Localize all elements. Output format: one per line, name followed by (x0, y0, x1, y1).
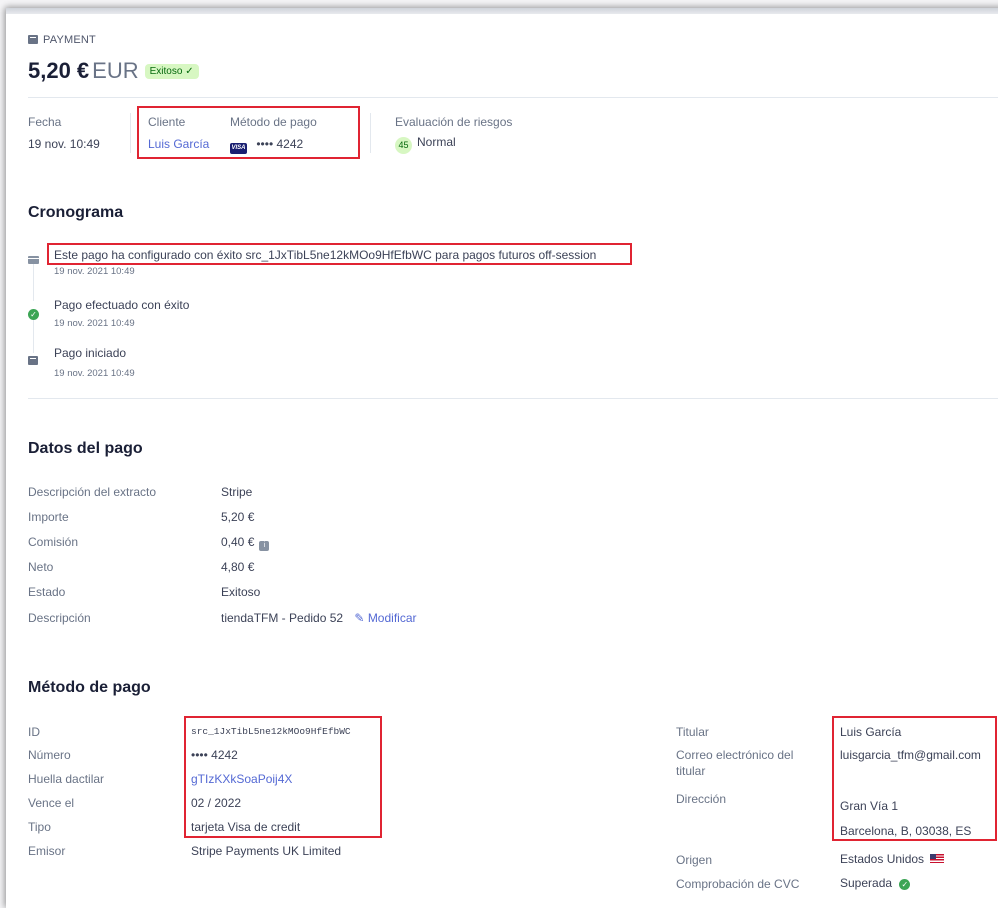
cvc-result: Superada (840, 876, 893, 890)
origin-value: Estados Unidos (840, 852, 945, 866)
info-icon[interactable]: i (259, 541, 270, 551)
highlight-box (184, 716, 382, 838)
payment-icon (28, 356, 38, 365)
description-value: tiendaTFM - Pedido 52 (221, 611, 344, 625)
timeline-event-icon (28, 352, 38, 370)
risk-label: Evaluación de riesgos (395, 115, 513, 129)
risk-level: Normal (417, 135, 456, 149)
holder-label: Titular (676, 725, 709, 739)
payment-detail-panel: PAYMENT 5,20 € EUR Exitoso ✓ Fecha 19 nov.… (6, 8, 998, 908)
origin-country: Estados Unidos (840, 852, 925, 866)
risk-evaluation[interactable]: 45 Normal (395, 135, 456, 154)
detail-label: Descripción del extracto (28, 485, 157, 499)
edit-description-button[interactable]: ✎ Modificar (354, 611, 416, 625)
detail-value-fee: 0,40 € i (221, 535, 270, 551)
edit-label: Modificar (367, 611, 417, 625)
detail-value: 4,80 € (221, 560, 255, 574)
date-value: 19 nov. 10:49 (28, 137, 100, 151)
timeline-event-date: 19 nov. 2021 10:49 (54, 318, 135, 329)
amount-heading: 5,20 € EUR Exitoso ✓ (28, 58, 199, 84)
method-label: Tipo (28, 820, 51, 834)
method-label: Huella dactilar (28, 772, 105, 786)
payment-details-title: Datos del pago (28, 440, 143, 457)
divider (370, 113, 371, 153)
fee-value: 0,40 € (221, 535, 255, 549)
timeline-event-icon: ✓ (28, 304, 39, 322)
risk-score-badge: 45 (395, 137, 412, 154)
method-label: ID (28, 725, 40, 739)
detail-value-description: tiendaTFM - Pedido 52 ✎ Modificar (221, 611, 417, 625)
us-flag-icon (930, 854, 945, 863)
cvc-value: Superada ✓ (840, 876, 911, 890)
method-label: Emisor (28, 844, 66, 858)
detail-label: Comisión (28, 535, 79, 549)
detail-label: Neto (28, 560, 54, 574)
origin-label: Origen (676, 853, 713, 867)
check-circle-icon: ✓ (899, 879, 911, 890)
timeline-event-date: 19 nov. 2021 10:49 (54, 266, 135, 277)
cvc-label: Comprobación de CVC (676, 877, 800, 891)
timeline-event-date: 19 nov. 2021 10:49 (54, 368, 135, 379)
timeline-title: Cronograma (28, 204, 124, 221)
detail-label: Importe (28, 510, 69, 524)
page-kicker: PAYMENT (28, 34, 96, 46)
detail-value: Stripe (221, 485, 253, 499)
divider (28, 398, 998, 399)
timeline-event-title: Pago iniciado (54, 346, 127, 360)
pencil-icon: ✎ (354, 611, 365, 625)
email-label-continued: titular (676, 764, 706, 778)
highlight-box (137, 106, 360, 159)
highlight-box (832, 716, 997, 841)
status-badge: Exitoso ✓ (144, 64, 199, 79)
email-label: Correo electrónico del (676, 748, 794, 762)
window-top-edge (6, 8, 998, 14)
date-label: Fecha (28, 115, 62, 129)
detail-label: Estado (28, 585, 66, 599)
payment-icon (28, 35, 38, 44)
timeline-event-title: Pago efectuado con éxito (54, 298, 190, 312)
divider (28, 97, 998, 98)
detail-value: 5,20 € (221, 510, 255, 524)
method-issuer-value: Stripe Payments UK Limited (191, 844, 342, 858)
payment-amount: 5,20 € (28, 58, 90, 83)
card-icon (28, 256, 39, 264)
check-circle-icon: ✓ (28, 309, 39, 320)
highlight-box (47, 243, 632, 265)
kicker-label: PAYMENT (43, 34, 96, 46)
address-label: Dirección (676, 792, 727, 806)
detail-label: Descripción (28, 611, 91, 625)
method-label: Número (28, 748, 71, 762)
payment-currency: EUR (92, 58, 139, 83)
divider (130, 113, 131, 153)
timeline-event-icon (28, 251, 39, 269)
detail-value: Exitoso (221, 585, 261, 599)
payment-method-title: Método de pago (28, 679, 151, 696)
method-label: Vence el (28, 796, 75, 810)
